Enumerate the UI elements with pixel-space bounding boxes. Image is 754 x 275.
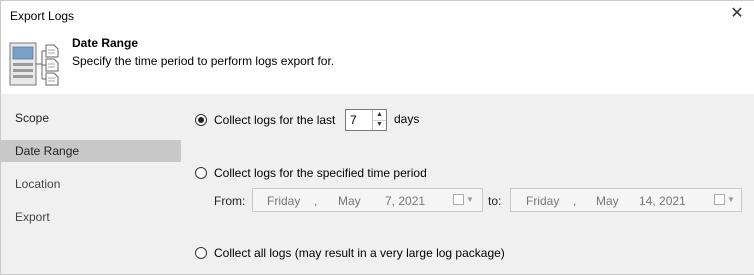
step-header: Date Range Specify the time period to pe… [1,31,754,93]
days-stepper[interactable]: 7 ▲ ▼ [345,109,387,131]
to-dropdown-icon[interactable]: ▼ [727,195,735,204]
date-range-panel: Collect logs for the last 7 ▲ ▼ days Col… [181,94,754,274]
period-option[interactable]: Collect logs for the specified time peri… [195,163,427,183]
last-days-label: Collect logs for the last [214,113,336,127]
period-label: Collect logs for the specified time peri… [214,166,427,180]
all-logs-label: Collect all logs (may result in a very l… [214,246,505,260]
close-icon[interactable]: ✕ [728,5,746,23]
from-day-year: 7, 2021 [385,194,426,208]
title-bar: Export Logs ✕ [1,1,754,31]
step-title: Date Range [72,36,139,50]
stepper-buttons: ▲ ▼ [372,110,386,130]
to-calendar-icon[interactable] [714,194,725,205]
step-description: Specify the time period to perform logs … [72,54,335,68]
sidebar-item-scope[interactable]: Scope [1,107,181,129]
sidebar-item-location[interactable]: Location [1,173,181,195]
days-value[interactable]: 7 [350,113,357,127]
to-day-year: 14, 2021 [639,194,686,208]
period-radio[interactable] [195,167,207,179]
window-title: Export Logs [10,9,75,23]
export-logs-dialog: Export Logs ✕ Date Range Specify the tim… [0,0,754,275]
from-month: May [338,194,361,208]
to-comma: , [573,194,577,208]
from-date-picker[interactable]: Friday , May 7, 2021 ▼ [252,188,483,212]
to-month: May [596,194,619,208]
from-comma: , [314,194,318,208]
sidebar-item-export[interactable]: Export [1,206,181,228]
to-weekday: Friday [526,194,560,208]
from-label: From: [214,194,246,208]
wizard-steps: Scope Date Range Location Export [1,94,181,274]
to-label: to: [488,194,502,208]
sidebar-item-date-range[interactable]: Date Range [1,140,181,162]
last-days-radio[interactable] [195,114,207,126]
from-calendar-icon[interactable] [453,194,464,205]
all-logs-radio[interactable] [195,247,207,259]
from-dropdown-icon[interactable]: ▼ [466,195,474,204]
from-weekday: Friday [267,194,301,208]
document-export-icon [9,42,59,86]
last-days-option[interactable]: Collect logs for the last [195,110,335,130]
days-unit-label: days [394,112,420,126]
decrement-icon[interactable]: ▼ [373,120,386,130]
all-logs-option[interactable]: Collect all logs (may result in a very l… [195,243,505,263]
to-date-picker[interactable]: Friday , May 14, 2021 ▼ [510,188,742,212]
